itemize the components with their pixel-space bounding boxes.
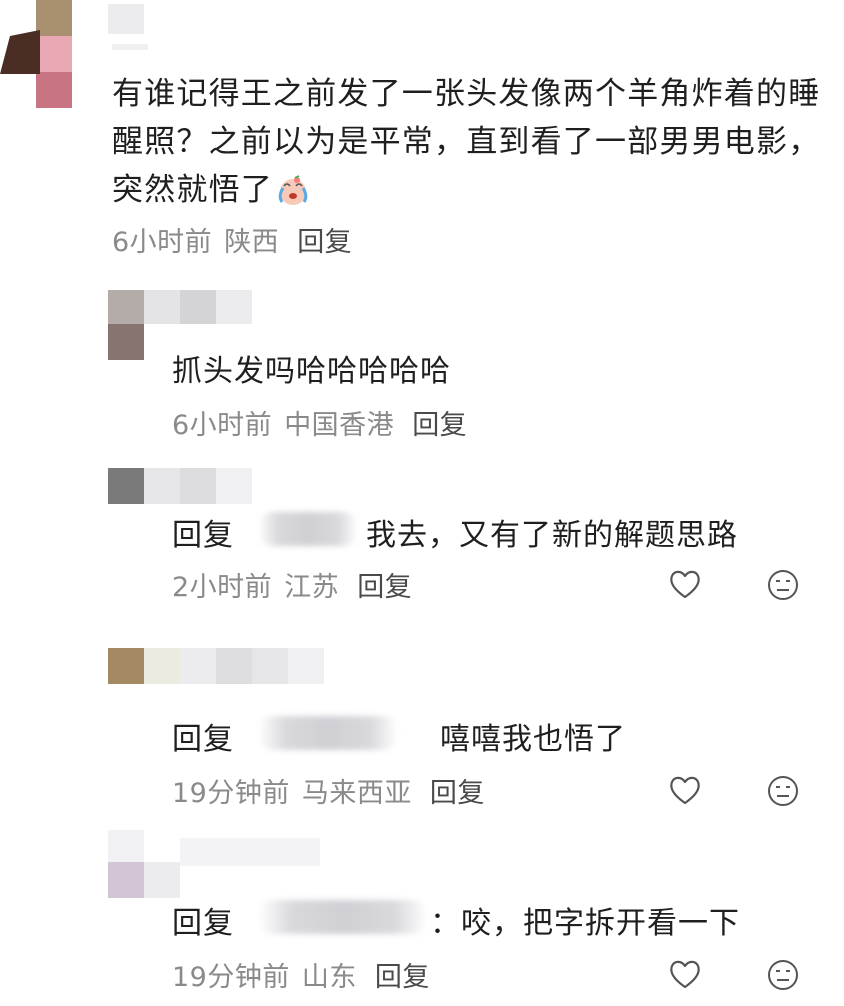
reply-meta: 6小时前 中国香港 回复 (172, 403, 467, 442)
reply-prefix: 回复 (172, 518, 234, 553)
reply-prefix: 回复 (172, 906, 234, 941)
reply-text: 抓头发吗哈哈哈哈哈 (172, 354, 451, 389)
reply-region: 江苏 (284, 572, 340, 603)
reply-time: 2小时前 (172, 572, 273, 603)
reply-prefix: 回复 (172, 722, 234, 757)
neutral-face-icon[interactable] (766, 774, 800, 808)
reply-reply-button[interactable]: 回复 (357, 572, 412, 603)
reply-reply-button[interactable]: 回复 (412, 410, 467, 441)
heart-icon[interactable] (668, 958, 702, 990)
reply-text: ：咬，把字拆开看一下 (430, 906, 740, 941)
crying-face-emoji (278, 175, 308, 205)
comment-time: 6小时前 (112, 227, 213, 258)
redacted-username (258, 900, 428, 934)
avatar-fragment (0, 30, 40, 74)
redacted-username (258, 512, 358, 546)
reply-time: 6小时前 (172, 410, 273, 441)
reply-region: 中国香港 (284, 410, 395, 441)
heart-icon[interactable] (668, 774, 702, 806)
comment-text: 有谁记得王之前发了一张头发像两个羊角炸着的睡醒照？之前以为是平常，直到看了一部男… (112, 76, 821, 208)
reply-region: 马来西亚 (301, 778, 412, 809)
reply-time: 19分钟前 (172, 962, 290, 993)
heart-icon[interactable] (668, 568, 702, 600)
reply-meta: 2小时前 江苏 回复 (172, 565, 412, 604)
comment-reply-button[interactable]: 回复 (297, 227, 352, 258)
neutral-face-icon[interactable] (766, 958, 800, 992)
reply-meta: 19分钟前 马来西亚 回复 (172, 771, 485, 810)
comment-region: 陕西 (224, 227, 280, 258)
reply-text: 我去，又有了新的解题思路 (366, 518, 738, 553)
reply-reply-button[interactable]: 回复 (375, 962, 430, 993)
reply-reply-button[interactable]: 回复 (430, 778, 485, 809)
redacted-username (258, 716, 398, 750)
reply-region: 山东 (301, 962, 357, 993)
comment-meta: 6小时前 陕西 回复 (112, 220, 352, 259)
neutral-face-icon[interactable] (766, 568, 800, 602)
reply-text: 嘻嘻我也悟了 (440, 722, 626, 757)
reply-meta: 19分钟前 山东 回复 (172, 955, 430, 994)
reply-time: 19分钟前 (172, 778, 290, 809)
